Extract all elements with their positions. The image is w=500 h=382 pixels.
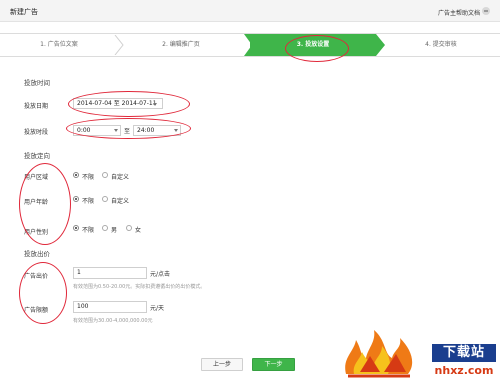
gender-unlimited-label: 不限 [82, 227, 95, 234]
region-unlimited-radio[interactable] [73, 172, 79, 178]
annotation-ellipse [285, 35, 349, 62]
bidding-section-title: 投放出价 [24, 250, 50, 258]
gender-male-label: 男 [111, 227, 118, 234]
bid-hint: 有效范围为0.50-20.00元。实际扣费遵循出价的出价模式。 [73, 284, 206, 290]
annotation-ellipse [19, 163, 71, 245]
budget-input[interactable]: 100 [73, 301, 147, 313]
region-custom-radio[interactable] [102, 172, 108, 178]
next-button[interactable]: 下一步 [252, 358, 295, 371]
region-unlimited-label: 不限 [82, 174, 95, 181]
step-1[interactable]: 1. 广告位文案 [0, 34, 118, 56]
help-icon[interactable] [482, 7, 490, 15]
step-progress: 1. 广告位文案 2. 编辑推广页 3. 投放设置 4. 提交审核 [0, 33, 500, 57]
step-4[interactable]: 4. 提交审核 [382, 34, 500, 56]
annotation-ellipse [68, 91, 190, 117]
watermark-url: nhxz.com [434, 364, 494, 377]
gender-unlimited-radio[interactable] [73, 225, 79, 231]
budget-unit: 元/天 [150, 305, 165, 312]
watermark-brand: 下载站 [432, 344, 496, 362]
prev-button[interactable]: 上一步 [201, 358, 243, 371]
targeting-section-title: 投放定向 [24, 152, 50, 160]
schedule-section-title: 投放时间 [24, 79, 50, 87]
annotation-ellipse [66, 118, 191, 139]
gender-female-label: 女 [135, 227, 142, 234]
site-watermark: 下载站 nhxz.com [340, 326, 498, 380]
fire-logo-icon [345, 330, 413, 378]
age-custom-radio[interactable] [102, 196, 108, 202]
age-unlimited-label: 不限 [82, 198, 95, 205]
annotation-ellipse [19, 262, 67, 324]
bid-input[interactable]: 1 [73, 267, 147, 279]
region-custom-label: 自定义 [111, 174, 130, 181]
date-label: 投放日期 [24, 103, 49, 110]
help-doc-link[interactable]: 广告主帮助文档 [438, 8, 480, 17]
time-label: 投放时段 [24, 129, 49, 136]
age-custom-label: 自定义 [111, 198, 130, 205]
top-bar: 新建广告 广告主帮助文档 [0, 0, 500, 22]
budget-value: 100 [77, 303, 89, 310]
gender-male-radio[interactable] [102, 225, 108, 231]
budget-hint: 有效范围为30.00-4,000,000.00元 [73, 318, 153, 324]
step-2[interactable]: 2. 编辑推广页 [118, 34, 244, 56]
gender-female-radio[interactable] [126, 225, 132, 231]
bid-value: 1 [77, 269, 81, 276]
page-title: 新建广告 [10, 8, 38, 16]
bid-unit: 元/点击 [150, 271, 171, 278]
age-unlimited-radio[interactable] [73, 196, 79, 202]
